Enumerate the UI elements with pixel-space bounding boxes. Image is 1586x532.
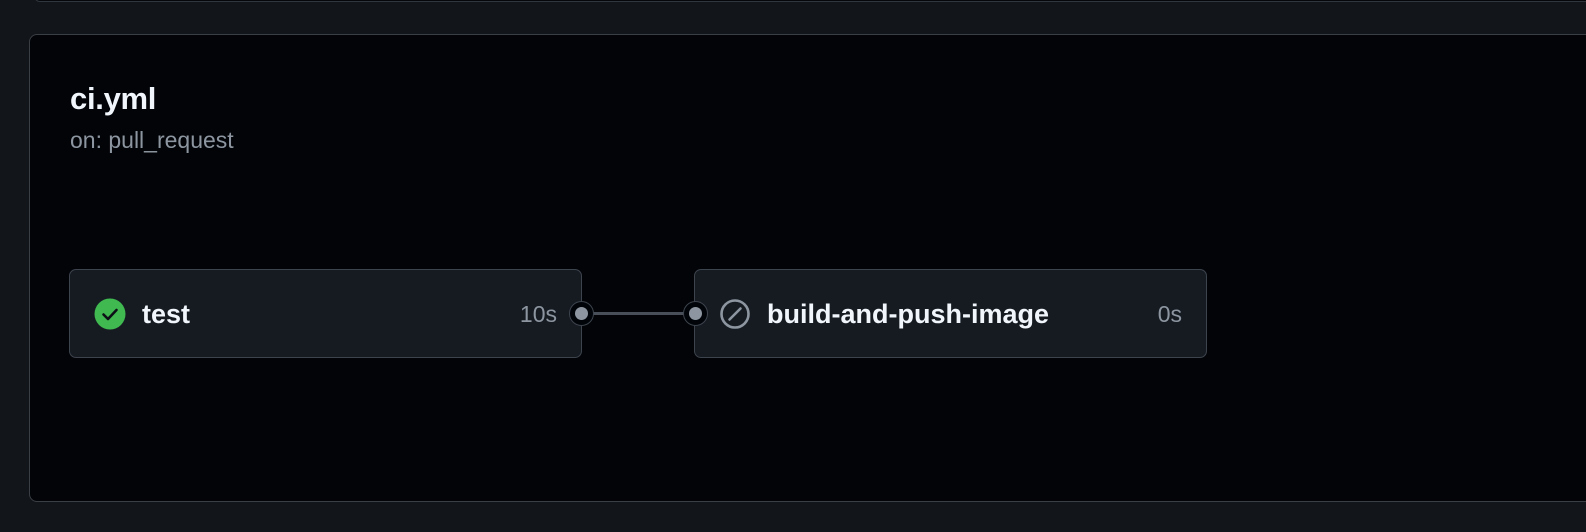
workflow-graph-panel: [29, 34, 1586, 502]
workflow-trigger: on: pull_request: [70, 127, 234, 153]
job-card-test[interactable]: test 10s: [69, 269, 582, 358]
check-circle-icon: [94, 298, 126, 330]
job-card-build-and-push-image[interactable]: build-and-push-image 0s: [694, 269, 1207, 358]
job-name: test: [142, 299, 191, 329]
job-duration: 0s: [1157, 301, 1182, 327]
previous-panel-edge: [34, 0, 1586, 2]
job-duration: 10s: [519, 301, 557, 327]
workflow-title: ci.yml: [70, 81, 157, 116]
job-output-port: [569, 301, 594, 326]
job-input-port: [683, 301, 708, 326]
skipped-icon: [719, 298, 751, 330]
job-name: build-and-push-image: [767, 299, 1049, 329]
job-dependency-connector: [581, 312, 696, 315]
